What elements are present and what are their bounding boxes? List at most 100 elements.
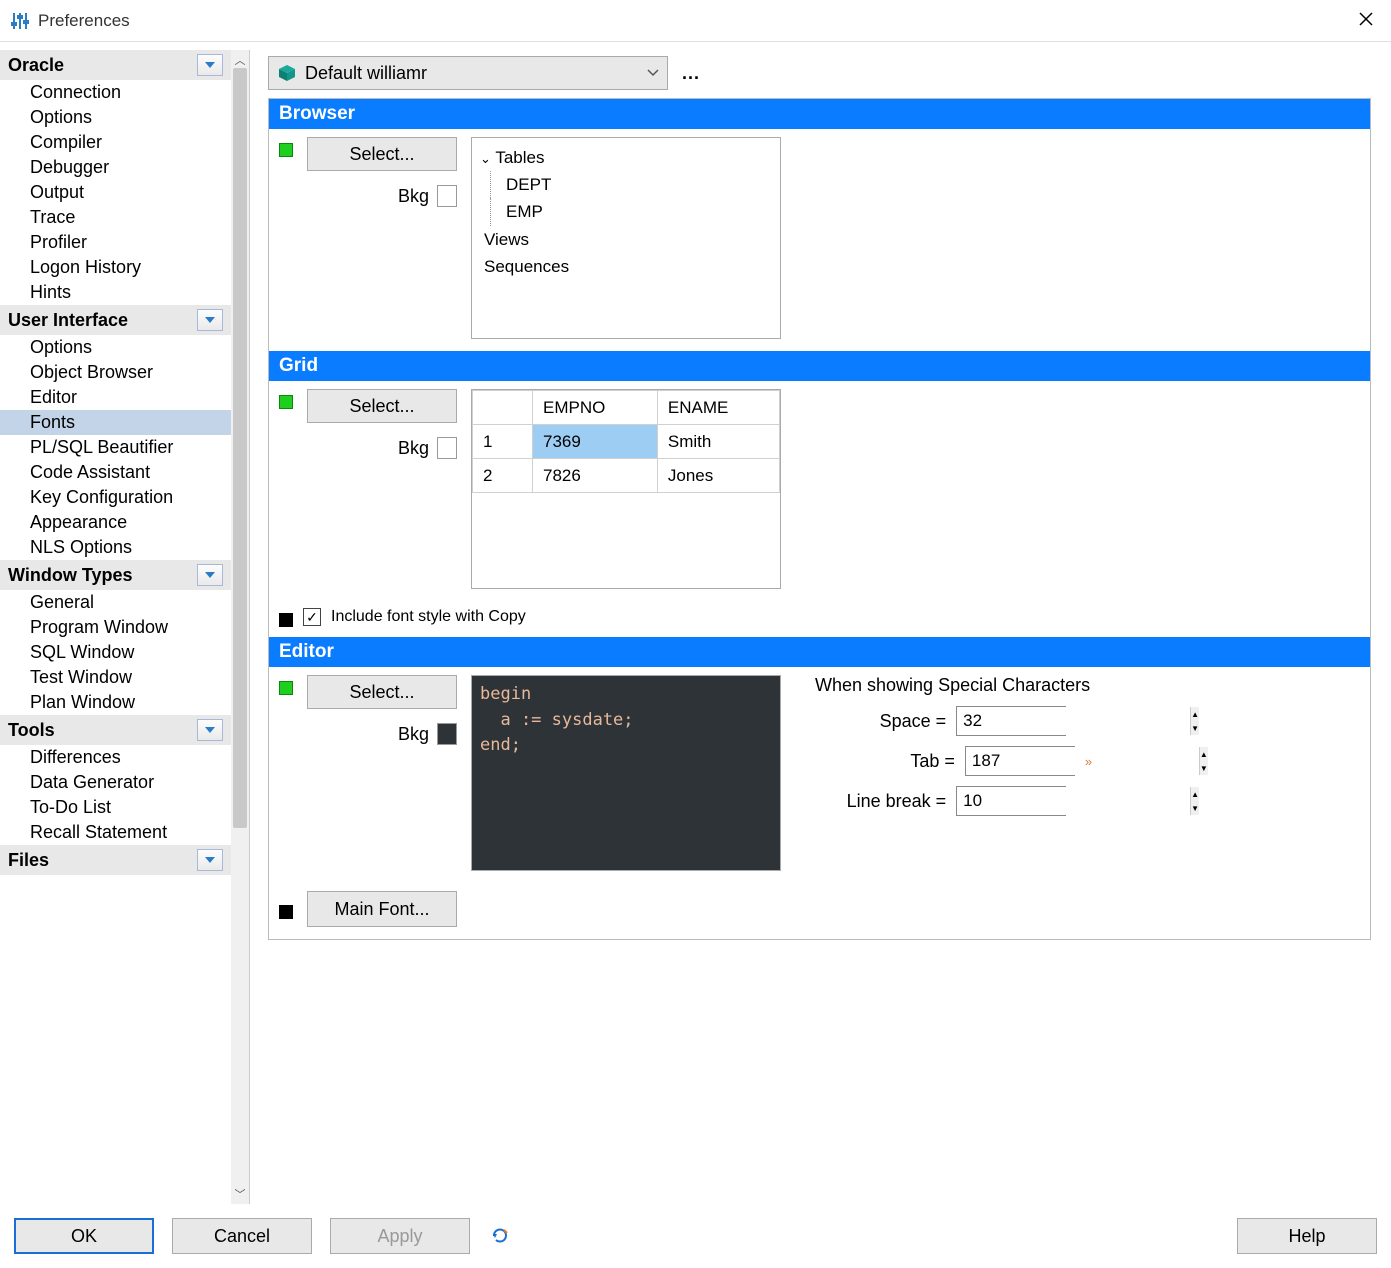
- sidebar-item-trace[interactable]: Trace: [0, 205, 231, 230]
- chevron-down-icon[interactable]: [197, 54, 223, 76]
- tab-reset-button[interactable]: »: [1085, 754, 1090, 769]
- spin-up-icon[interactable]: ▲: [1200, 747, 1208, 761]
- sidebar-scrollbar[interactable]: ︿ ﹀: [231, 50, 249, 1204]
- browser-bkg-swatch[interactable]: [437, 185, 457, 207]
- sidebar-category-header[interactable]: Tools: [0, 715, 231, 745]
- sidebar-item-object-browser[interactable]: Object Browser: [0, 360, 231, 385]
- grid-cell: 7369: [533, 425, 658, 459]
- main-font-button[interactable]: Main Font...: [307, 891, 457, 927]
- sidebar-category-label: Tools: [8, 720, 55, 741]
- sidebar-item-editor[interactable]: Editor: [0, 385, 231, 410]
- window-title: Preferences: [38, 11, 130, 31]
- sidebar-category-header[interactable]: Window Types: [0, 560, 231, 590]
- sidebar-item-general[interactable]: General: [0, 590, 231, 615]
- preferences-icon: [10, 11, 30, 31]
- chevron-down-icon[interactable]: [197, 564, 223, 586]
- content-area: Default williamr ... Browser Select... B…: [250, 50, 1383, 1204]
- sidebar-item-hints[interactable]: Hints: [0, 280, 231, 305]
- sidebar-item-test-window[interactable]: Test Window: [0, 665, 231, 690]
- space-label: Space =: [880, 711, 947, 732]
- profile-more-button[interactable]: ...: [682, 63, 700, 84]
- tree-node-emp: EMP: [480, 198, 772, 225]
- linebreak-input[interactable]: [957, 787, 1190, 815]
- help-button[interactable]: Help: [1237, 1218, 1377, 1254]
- grid-select-font-button[interactable]: Select...: [307, 389, 457, 423]
- mainfont-marker[interactable]: [279, 905, 293, 919]
- ok-button[interactable]: OK: [14, 1218, 154, 1254]
- titlebar: Preferences: [0, 0, 1391, 42]
- spin-up-icon[interactable]: ▲: [1191, 707, 1199, 721]
- sidebar-item-logon-history[interactable]: Logon History: [0, 255, 231, 280]
- sidebar-item-code-assistant[interactable]: Code Assistant: [0, 460, 231, 485]
- apply-button[interactable]: Apply: [330, 1218, 470, 1254]
- chevron-down-icon[interactable]: [197, 719, 223, 741]
- reset-defaults-icon[interactable]: [488, 1224, 512, 1248]
- space-input[interactable]: [957, 707, 1190, 735]
- include-font-style-label: Include font style with Copy: [331, 608, 526, 626]
- chevron-down-icon[interactable]: [197, 309, 223, 331]
- sidebar-item-program-window[interactable]: Program Window: [0, 615, 231, 640]
- grid-include-marker[interactable]: [279, 613, 293, 627]
- grid-rownum: 1: [473, 425, 533, 459]
- editor-select-font-button[interactable]: Select...: [307, 675, 457, 709]
- tab-spinner[interactable]: ▲▼: [965, 746, 1075, 776]
- browser-section-header: Browser: [269, 99, 1370, 129]
- sidebar-item-nls-options[interactable]: NLS Options: [0, 535, 231, 560]
- sidebar-item-appearance[interactable]: Appearance: [0, 510, 231, 535]
- sidebar-item-key-configuration[interactable]: Key Configuration: [0, 485, 231, 510]
- space-spinner[interactable]: ▲▼: [956, 706, 1066, 736]
- sidebar-item-debugger[interactable]: Debugger: [0, 155, 231, 180]
- sidebar-item-plan-window[interactable]: Plan Window: [0, 690, 231, 715]
- scroll-up-icon[interactable]: ︿: [231, 52, 249, 68]
- sidebar-item-sql-window[interactable]: SQL Window: [0, 640, 231, 665]
- grid-cell: 7826: [533, 459, 658, 493]
- sidebar-item-data-generator[interactable]: Data Generator: [0, 770, 231, 795]
- close-button[interactable]: [1351, 10, 1381, 31]
- table-row: 1 7369 Smith: [473, 425, 780, 459]
- sidebar-item-compiler[interactable]: Compiler: [0, 130, 231, 155]
- sidebar-item-recall-statement[interactable]: Recall Statement: [0, 820, 231, 845]
- grid-rownum: 2: [473, 459, 533, 493]
- spin-up-icon[interactable]: ▲: [1191, 787, 1199, 801]
- grid-marker[interactable]: [279, 395, 293, 409]
- scroll-down-icon[interactable]: ﹀: [231, 1186, 249, 1202]
- sidebar-category-header[interactable]: Files: [0, 845, 231, 875]
- linebreak-spinner[interactable]: ▲▼: [956, 786, 1066, 816]
- sidebar-item-profiler[interactable]: Profiler: [0, 230, 231, 255]
- sidebar-item-output[interactable]: Output: [0, 180, 231, 205]
- profile-dropdown[interactable]: Default williamr: [268, 56, 668, 90]
- sidebar-item-pl-sql-beautifier[interactable]: PL/SQL Beautifier: [0, 435, 231, 460]
- sidebar-item-options[interactable]: Options: [0, 335, 231, 360]
- browser-marker[interactable]: [279, 143, 293, 157]
- include-font-style-checkbox[interactable]: [303, 608, 321, 626]
- chevron-down-icon[interactable]: [197, 849, 223, 871]
- grid-header-blank: [473, 391, 533, 425]
- browser-select-font-button[interactable]: Select...: [307, 137, 457, 171]
- linebreak-label: Line break =: [847, 791, 947, 812]
- footer: OK Cancel Apply Help: [0, 1204, 1391, 1268]
- profile-icon: [277, 63, 297, 83]
- sidebar-category-header[interactable]: User Interface: [0, 305, 231, 335]
- tab-input[interactable]: [966, 747, 1199, 775]
- grid-bkg-swatch[interactable]: [437, 437, 457, 459]
- spin-down-icon[interactable]: ▼: [1191, 801, 1199, 815]
- preferences-tree[interactable]: OracleConnectionOptionsCompilerDebuggerO…: [0, 50, 231, 1204]
- sidebar-category-header[interactable]: Oracle: [0, 50, 231, 80]
- sidebar: OracleConnectionOptionsCompilerDebuggerO…: [0, 50, 250, 1204]
- sidebar-item-to-do-list[interactable]: To-Do List: [0, 795, 231, 820]
- sidebar-item-options[interactable]: Options: [0, 105, 231, 130]
- editor-marker[interactable]: [279, 681, 293, 695]
- sidebar-item-differences[interactable]: Differences: [0, 745, 231, 770]
- grid-bkg-label: Bkg: [398, 438, 429, 459]
- tree-node-sequences: Sequences: [480, 253, 772, 280]
- spin-down-icon[interactable]: ▼: [1191, 721, 1199, 735]
- cancel-button[interactable]: Cancel: [172, 1218, 312, 1254]
- editor-bkg-swatch[interactable]: [437, 723, 457, 745]
- chevron-down-icon: [647, 64, 659, 82]
- sidebar-item-connection[interactable]: Connection: [0, 80, 231, 105]
- spin-down-icon[interactable]: ▼: [1200, 761, 1208, 775]
- sidebar-item-fonts[interactable]: Fonts: [0, 410, 231, 435]
- sidebar-category-label: Oracle: [8, 55, 64, 76]
- scroll-thumb[interactable]: [233, 68, 247, 828]
- grid-preview: EMPNO ENAME 1 7369 Smith 2 7826 Jones: [471, 389, 781, 589]
